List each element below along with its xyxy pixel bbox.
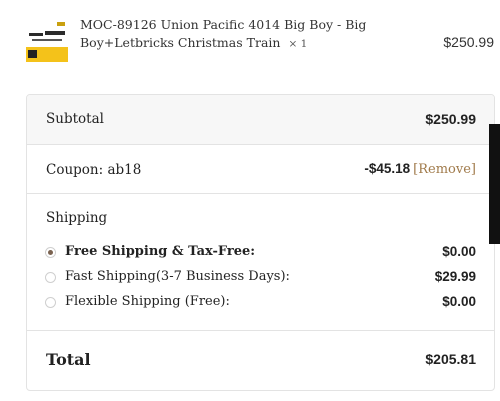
train-engine-shape (45, 31, 65, 35)
train-track-shape (32, 39, 62, 41)
coupon-value: -$45.18 (364, 161, 411, 176)
thumbnail-logo (57, 22, 65, 26)
thumbnail-badge (28, 50, 37, 58)
side-panel-tab[interactable] (489, 124, 500, 244)
product-name: MOC-89126 Union Pacific 4014 Big Boy - B… (80, 16, 390, 53)
shipping-radio-flexible[interactable] (45, 297, 56, 308)
total-value: $205.81 (425, 351, 476, 367)
coupon-label: Coupon: ab18 (46, 162, 142, 178)
subtotal-row: Subtotal $250.99 (27, 95, 494, 145)
shipping-option-price: $29.99 (434, 269, 476, 284)
shipping-option-label: Free Shipping & Tax-Free: (65, 244, 256, 259)
shipping-option-fast[interactable]: Fast Shipping(3-7 Business Days): $29.99 (45, 269, 476, 289)
shipping-option-flexible[interactable]: Flexible Shipping (Free): $0.00 (45, 294, 476, 314)
coupon-row: Coupon: ab18 -$45.18 [Remove] (27, 145, 494, 194)
coupon-amount-group: -$45.18 [Remove] (364, 161, 476, 177)
train-car-shape (29, 33, 43, 36)
total-row: Total $205.81 (27, 331, 494, 390)
product-thumbnail[interactable] (26, 20, 68, 62)
shipping-radio-free[interactable] (45, 247, 56, 258)
shipping-option-label: Fast Shipping(3-7 Business Days): (65, 269, 290, 284)
product-name-text: MOC-89126 Union Pacific 4014 Big Boy - B… (80, 17, 367, 50)
shipping-label: Shipping (46, 210, 108, 226)
subtotal-label: Subtotal (46, 111, 104, 127)
shipping-section: Shipping Free Shipping & Tax-Free: $0.00… (27, 194, 494, 331)
shipping-option-free[interactable]: Free Shipping & Tax-Free: $0.00 (45, 244, 476, 264)
product-price: $250.99 (443, 34, 494, 50)
shipping-radio-fast[interactable] (45, 272, 56, 283)
cart-item: MOC-89126 Union Pacific 4014 Big Boy - B… (26, 12, 494, 74)
order-totals-box: Subtotal $250.99 Coupon: ab18 -$45.18 [Re… (26, 94, 495, 391)
remove-coupon-link[interactable]: [Remove] (413, 162, 476, 177)
shipping-option-price: $0.00 (442, 244, 476, 259)
shipping-option-price: $0.00 (442, 294, 476, 309)
total-label: Total (46, 350, 91, 369)
subtotal-value: $250.99 (425, 111, 476, 127)
product-quantity: × 1 (288, 38, 308, 50)
shipping-option-label: Flexible Shipping (Free): (65, 294, 230, 309)
